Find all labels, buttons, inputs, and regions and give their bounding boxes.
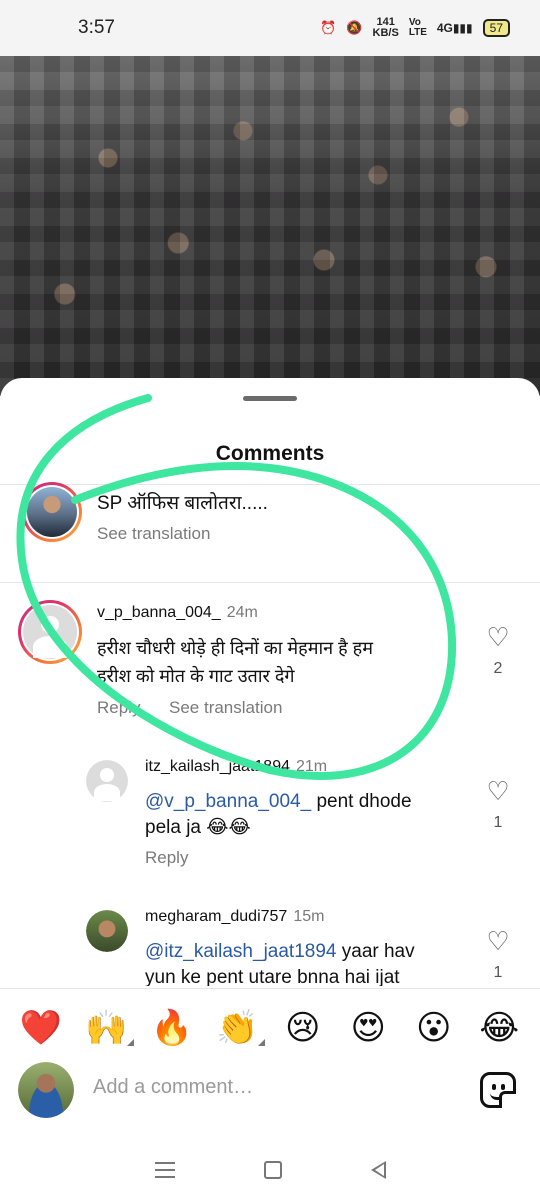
- caption-text: SP ऑफिस बालोतरा.....: [97, 493, 268, 514]
- default-avatar-image: [86, 760, 128, 802]
- heart-outline-icon[interactable]: ♡: [484, 778, 512, 804]
- comment-time: 21m: [296, 758, 328, 775]
- alarm-icon: ⏰: [320, 20, 337, 35]
- comment-text-line: हरीश चौधरी थोड़े ही दिनों का मेहमान है ह…: [97, 638, 374, 658]
- mention-link[interactable]: @v_p_banna_004_: [145, 791, 311, 812]
- comment-username[interactable]: megharam_dudi757: [145, 908, 287, 925]
- caption-author-avatar[interactable]: [22, 482, 82, 542]
- comment-meta: megharam_dudi757 15m: [145, 908, 324, 926]
- divider: [0, 484, 540, 485]
- back-icon[interactable]: [370, 1161, 386, 1179]
- comment-meta: itz_kailash_jaat1894 21m: [145, 758, 327, 776]
- emoji-heart-eyes[interactable]: 😍: [346, 1008, 390, 1048]
- divider: [0, 582, 540, 583]
- comment-meta: v_p_banna_004_ 24m: [97, 604, 258, 622]
- comment-text-line: @v_p_banna_004_ pent dhode: [145, 791, 412, 812]
- comment-time: 15m: [293, 908, 325, 925]
- reply-button[interactable]: Reply: [97, 698, 140, 718]
- quick-reactions-bar: ❤️ 🙌 🔥 👏 😢 😍 😮 😂: [0, 988, 540, 1066]
- avatar-image: [86, 910, 128, 952]
- commenter-avatar[interactable]: [18, 600, 82, 664]
- mention-link[interactable]: @itz_kailash_jaat1894: [145, 941, 336, 962]
- status-icons: ⏰ 🔕 141 KB/S Vo LTE 4G▮▮▮ 57: [320, 17, 510, 39]
- signal-icon: 4G▮▮▮: [436, 21, 473, 35]
- sticker-icon[interactable]: [480, 1072, 516, 1108]
- comment-text-line: हरीश को मोत के गाट उतार देगे: [97, 666, 295, 686]
- comment-composer: Add a comment…: [0, 1060, 540, 1120]
- heart-outline-icon[interactable]: ♡: [484, 928, 512, 954]
- sheet-title: Comments: [215, 442, 325, 465]
- emoji-heart[interactable]: ❤️: [19, 1008, 63, 1048]
- home-icon[interactable]: [263, 1161, 282, 1179]
- emoji-raised-hands[interactable]: 🙌: [84, 1008, 135, 1048]
- status-bar: 3:57 ⏰ 🔕 141 KB/S Vo LTE 4G▮▮▮ 57: [0, 0, 540, 56]
- caption-see-translation[interactable]: See translation: [97, 524, 210, 544]
- emoji-laughing[interactable]: 😂: [477, 1008, 521, 1048]
- battery-icon: 57: [482, 19, 510, 37]
- drag-handle[interactable]: [243, 396, 297, 401]
- skin-tone-indicator: [127, 1038, 135, 1046]
- status-time: 3:57: [78, 17, 115, 38]
- emoji-fire[interactable]: 🔥: [150, 1008, 194, 1048]
- skin-tone-indicator: [258, 1038, 266, 1046]
- system-navigation-bar: [0, 1140, 540, 1200]
- comment-text-line: yun ke pent utare bnna hai ijat: [145, 967, 400, 986]
- reel-video-background[interactable]: [0, 56, 540, 396]
- recent-apps-icon[interactable]: [154, 1162, 175, 1178]
- commenter-avatar[interactable]: [86, 760, 128, 802]
- emoji-clapping[interactable]: 👏: [215, 1008, 266, 1048]
- like-count: 1: [493, 964, 503, 981]
- default-avatar-image: [23, 605, 77, 659]
- avatar-image: [18, 1062, 74, 1118]
- like-count: 1: [493, 814, 503, 831]
- see-translation-button[interactable]: See translation: [169, 698, 282, 718]
- volte-indicator: Vo LTE: [408, 17, 427, 38]
- heart-outline-icon[interactable]: ♡: [484, 624, 512, 650]
- comment-text-line: @itz_kailash_jaat1894 yaar hav: [145, 941, 415, 962]
- reply-button[interactable]: Reply: [145, 848, 188, 868]
- my-avatar: [18, 1062, 74, 1118]
- commenter-avatar[interactable]: [86, 910, 128, 952]
- emoji-crying[interactable]: 😢: [281, 1008, 325, 1048]
- comment-username[interactable]: v_p_banna_004_: [97, 604, 221, 621]
- emoji-surprised[interactable]: 😮: [412, 1008, 456, 1048]
- avatar-image: [27, 487, 77, 537]
- mute-icon: 🔕: [346, 20, 363, 35]
- add-comment-input[interactable]: Add a comment…: [93, 1076, 253, 1099]
- comment-time: 24m: [226, 604, 258, 621]
- net-speed: 141 KB/S: [372, 16, 399, 39]
- comment-username[interactable]: itz_kailash_jaat1894: [145, 758, 290, 775]
- comment-text-line: pela ja 😂😂: [145, 817, 251, 838]
- crowd-image: [0, 56, 540, 396]
- like-count: 2: [493, 660, 503, 677]
